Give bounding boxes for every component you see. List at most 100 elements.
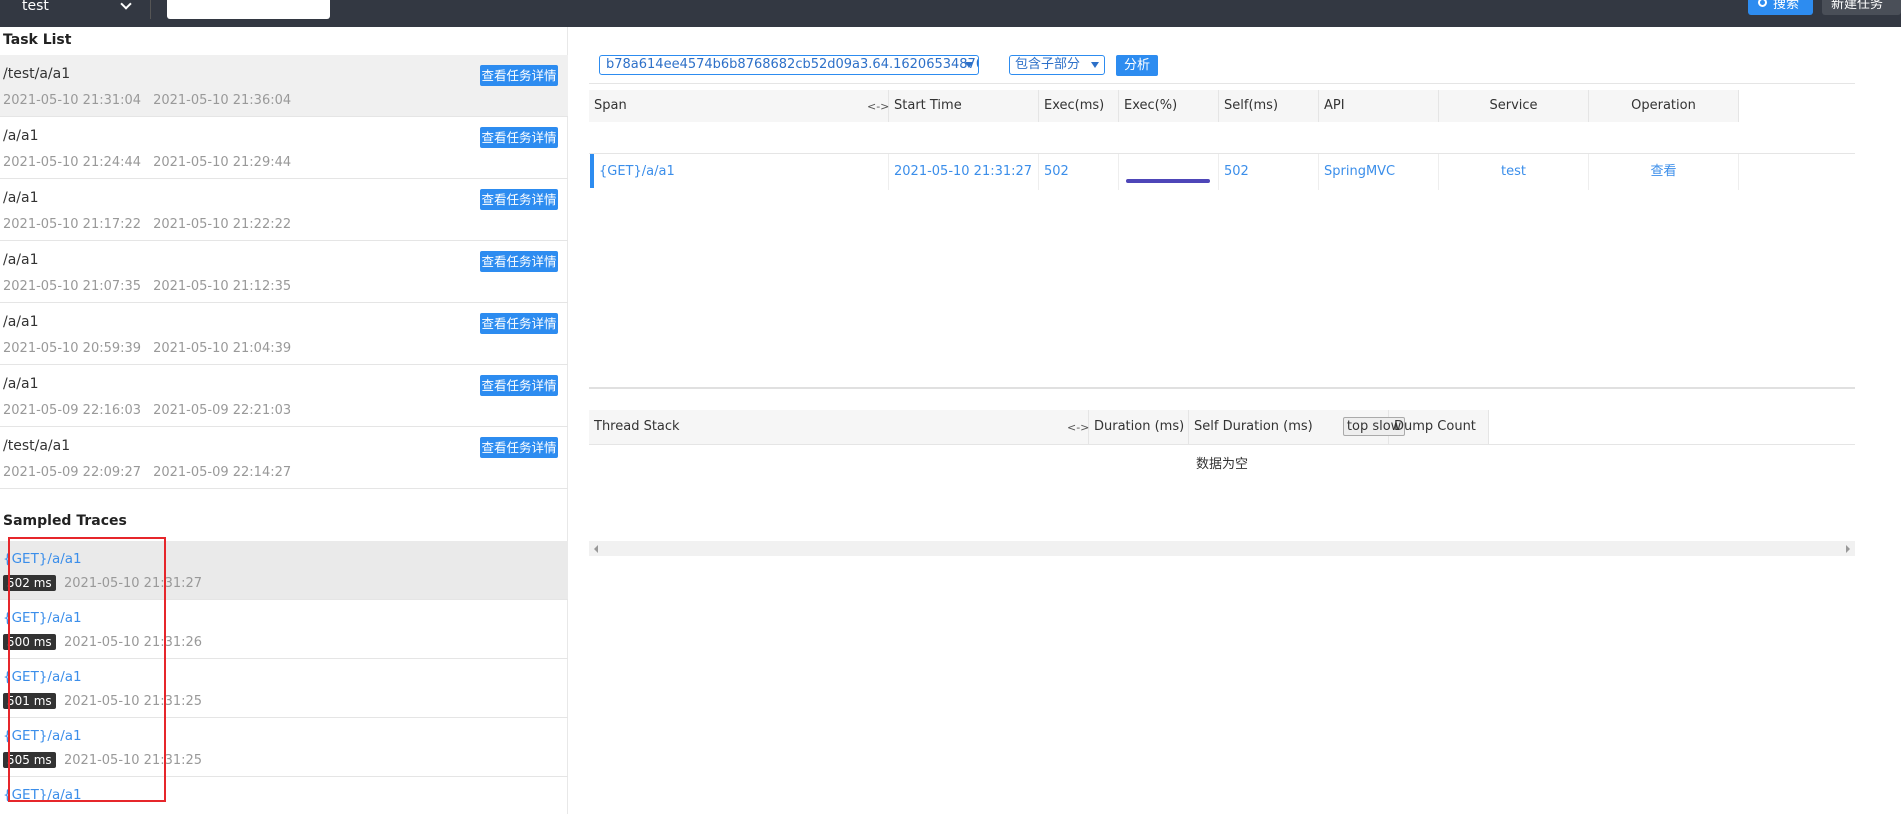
col-self-duration-label: Self Duration (ms) bbox=[1194, 419, 1313, 434]
cell-api: SpringMVC bbox=[1319, 154, 1439, 190]
col-start-time[interactable]: Start Time bbox=[889, 90, 1039, 122]
topbar-divider bbox=[150, 0, 151, 19]
analyze-button[interactable]: 分析 bbox=[1116, 55, 1158, 76]
horizontal-scrollbar[interactable] bbox=[589, 541, 1855, 556]
task-times: 2021-05-09 22:16:03 2021-05-09 22:21:03 bbox=[3, 403, 291, 418]
trace-name: {GET}/a/a1 bbox=[3, 610, 82, 626]
col-duration[interactable]: Duration (ms) bbox=[1089, 410, 1189, 444]
col-span-label: Span bbox=[594, 98, 627, 113]
task-item[interactable]: /a/a1 2021-05-09 22:16:03 2021-05-09 22:2… bbox=[0, 365, 568, 427]
view-task-detail-button[interactable]: 查看任务详情 bbox=[480, 65, 558, 86]
caret-down-icon bbox=[965, 62, 973, 68]
trace-item[interactable]: {GET}/a/a1 bbox=[0, 777, 568, 836]
task-item[interactable]: /a/a1 2021-05-10 20:59:39 2021-05-10 21:0… bbox=[0, 303, 568, 365]
task-start: 2021-05-10 21:07:35 bbox=[3, 279, 142, 294]
cell-start-time: 2021-05-10 21:31:27 bbox=[889, 154, 1039, 190]
trace-item[interactable]: {GET}/a/a1 500 ms 2021-05-10 21:31:26 bbox=[0, 600, 568, 659]
col-thread-stack-label: Thread Stack bbox=[594, 419, 680, 434]
search-input[interactable] bbox=[167, 0, 330, 19]
mode-select[interactable]: 包含子部分 bbox=[1009, 55, 1105, 75]
trace-name: {GET}/a/a1 bbox=[3, 787, 82, 803]
task-start: 2021-05-09 22:09:27 bbox=[3, 465, 142, 480]
column-resize-icon[interactable]: <-> bbox=[867, 91, 889, 123]
task-start: 2021-05-10 21:31:04 bbox=[3, 93, 142, 108]
task-end: 2021-05-10 21:04:39 bbox=[153, 341, 292, 356]
view-task-detail-button[interactable]: 查看任务详情 bbox=[480, 313, 558, 334]
column-resize-icon[interactable]: <-> bbox=[1067, 411, 1089, 445]
view-task-detail-button[interactable]: 查看任务详情 bbox=[480, 127, 558, 148]
task-name: /a/a1 bbox=[3, 252, 39, 268]
empty-state-text: 数据为空 bbox=[1195, 457, 1248, 472]
search-button[interactable]: 搜索 bbox=[1748, 0, 1813, 15]
task-end: 2021-05-10 21:29:44 bbox=[153, 155, 292, 170]
trace-name: {GET}/a/a1 bbox=[3, 669, 82, 685]
task-name: /a/a1 bbox=[3, 314, 39, 330]
duration-badge: 505 ms bbox=[3, 752, 56, 768]
project-select[interactable]: test bbox=[0, 0, 140, 19]
task-times: 2021-05-10 21:24:44 2021-05-10 21:29:44 bbox=[3, 155, 291, 170]
thread-table-header: Thread Stack <-> Duration (ms) Self Dura… bbox=[589, 410, 1489, 444]
trace-time: 2021-05-10 21:31:25 bbox=[64, 694, 203, 709]
task-times: 2021-05-10 21:31:04 2021-05-10 21:36:04 bbox=[3, 93, 291, 108]
col-self-duration[interactable]: Self Duration (ms) top slow bbox=[1189, 410, 1406, 444]
task-end: 2021-05-09 22:14:27 bbox=[153, 465, 292, 480]
task-start: 2021-05-09 22:16:03 bbox=[3, 403, 142, 418]
project-select-value: test bbox=[22, 0, 49, 14]
top-bar: test 搜索 新建任务 bbox=[0, 0, 1901, 27]
task-item[interactable]: /a/a1 2021-05-10 21:07:35 2021-05-10 21:1… bbox=[0, 241, 568, 303]
task-name: /test/a/a1 bbox=[3, 66, 71, 82]
col-span[interactable]: Span <-> bbox=[589, 90, 889, 122]
new-task-button[interactable]: 新建任务 bbox=[1822, 0, 1901, 15]
task-name: /test/a/a1 bbox=[3, 438, 71, 454]
trace-item[interactable]: {GET}/a/a1 505 ms 2021-05-10 21:31:25 bbox=[0, 718, 568, 777]
view-task-detail-button[interactable]: 查看任务详情 bbox=[480, 375, 558, 396]
view-task-detail-button[interactable]: 查看任务详情 bbox=[480, 437, 558, 458]
col-exec-ms[interactable]: Exec(ms) bbox=[1039, 90, 1119, 122]
col-thread-stack[interactable]: Thread Stack <-> bbox=[589, 410, 1089, 444]
duration-badge: 500 ms bbox=[3, 634, 56, 650]
cell-exec-pct bbox=[1119, 154, 1219, 190]
task-item[interactable]: /test/a/a1 2021-05-09 22:09:27 2021-05-09… bbox=[0, 427, 568, 489]
table-divider bbox=[589, 444, 1855, 445]
scroll-left-icon[interactable] bbox=[594, 545, 598, 553]
task-name: /a/a1 bbox=[3, 128, 39, 144]
col-api[interactable]: API bbox=[1319, 90, 1439, 122]
search-button-label: 搜索 bbox=[1773, 0, 1800, 12]
right-panel: b78a614ee4574b6b8768682cb52d09a3.64.1620… bbox=[589, 27, 1855, 814]
task-end: 2021-05-10 21:36:04 bbox=[153, 93, 292, 108]
view-task-detail-button[interactable]: 查看任务详情 bbox=[480, 189, 558, 210]
trace-id-select[interactable]: b78a614ee4574b6b8768682cb52d09a3.64.1620… bbox=[599, 55, 979, 75]
cell-span[interactable]: {GET}/a/a1 bbox=[594, 154, 889, 190]
task-times: 2021-05-10 21:07:35 2021-05-10 21:12:35 bbox=[3, 279, 291, 294]
col-dump-count[interactable]: Dump Count bbox=[1389, 410, 1489, 444]
trace-time: 2021-05-10 21:31:26 bbox=[64, 635, 203, 650]
new-task-button-label: 新建任务 bbox=[1831, 0, 1884, 12]
trace-item[interactable]: {GET}/a/a1 502 ms 2021-05-10 21:31:27 bbox=[0, 541, 568, 600]
task-item[interactable]: /test/a/a1 2021-05-10 21:31:04 2021-05-10… bbox=[0, 55, 568, 117]
task-start: 2021-05-10 21:17:22 bbox=[3, 217, 142, 232]
task-item[interactable]: /a/a1 2021-05-10 21:24:44 2021-05-10 21:2… bbox=[0, 117, 568, 179]
cell-self-ms: 502 bbox=[1219, 154, 1319, 190]
col-exec-pct[interactable]: Exec(%) bbox=[1119, 90, 1219, 122]
scroll-right-icon[interactable] bbox=[1846, 545, 1850, 553]
panel-splitter[interactable] bbox=[589, 387, 1855, 389]
col-self-ms[interactable]: Self(ms) bbox=[1219, 90, 1319, 122]
trace-id-value: b78a614ee4574b6b8768682cb52d09a3.64.1620… bbox=[606, 57, 978, 72]
task-name: /a/a1 bbox=[3, 190, 39, 206]
trace-item[interactable]: {GET}/a/a1 501 ms 2021-05-10 21:31:25 bbox=[0, 659, 568, 718]
caret-down-icon bbox=[1091, 62, 1099, 68]
table-divider bbox=[589, 83, 1855, 84]
span-table-header: Span <-> Start Time Exec(ms) Exec(%) Sel… bbox=[589, 90, 1739, 122]
sampled-traces-title: Sampled Traces bbox=[3, 513, 127, 529]
task-item[interactable]: /a/a1 2021-05-10 21:17:22 2021-05-10 21:2… bbox=[0, 179, 568, 241]
search-icon bbox=[1758, 0, 1767, 7]
col-service[interactable]: Service bbox=[1439, 90, 1589, 122]
task-end: 2021-05-10 21:12:35 bbox=[153, 279, 292, 294]
trace-name: {GET}/a/a1 bbox=[3, 728, 82, 744]
task-times: 2021-05-09 22:09:27 2021-05-09 22:14:27 bbox=[3, 465, 291, 480]
view-task-detail-button[interactable]: 查看任务详情 bbox=[480, 251, 558, 272]
view-operation-link[interactable]: 查看 bbox=[1589, 154, 1739, 190]
table-row[interactable]: {GET}/a/a1 2021-05-10 21:31:27 502 502 S… bbox=[589, 154, 1739, 190]
trace-time: 2021-05-10 21:31:27 bbox=[64, 576, 203, 591]
col-operation[interactable]: Operation bbox=[1589, 90, 1739, 122]
